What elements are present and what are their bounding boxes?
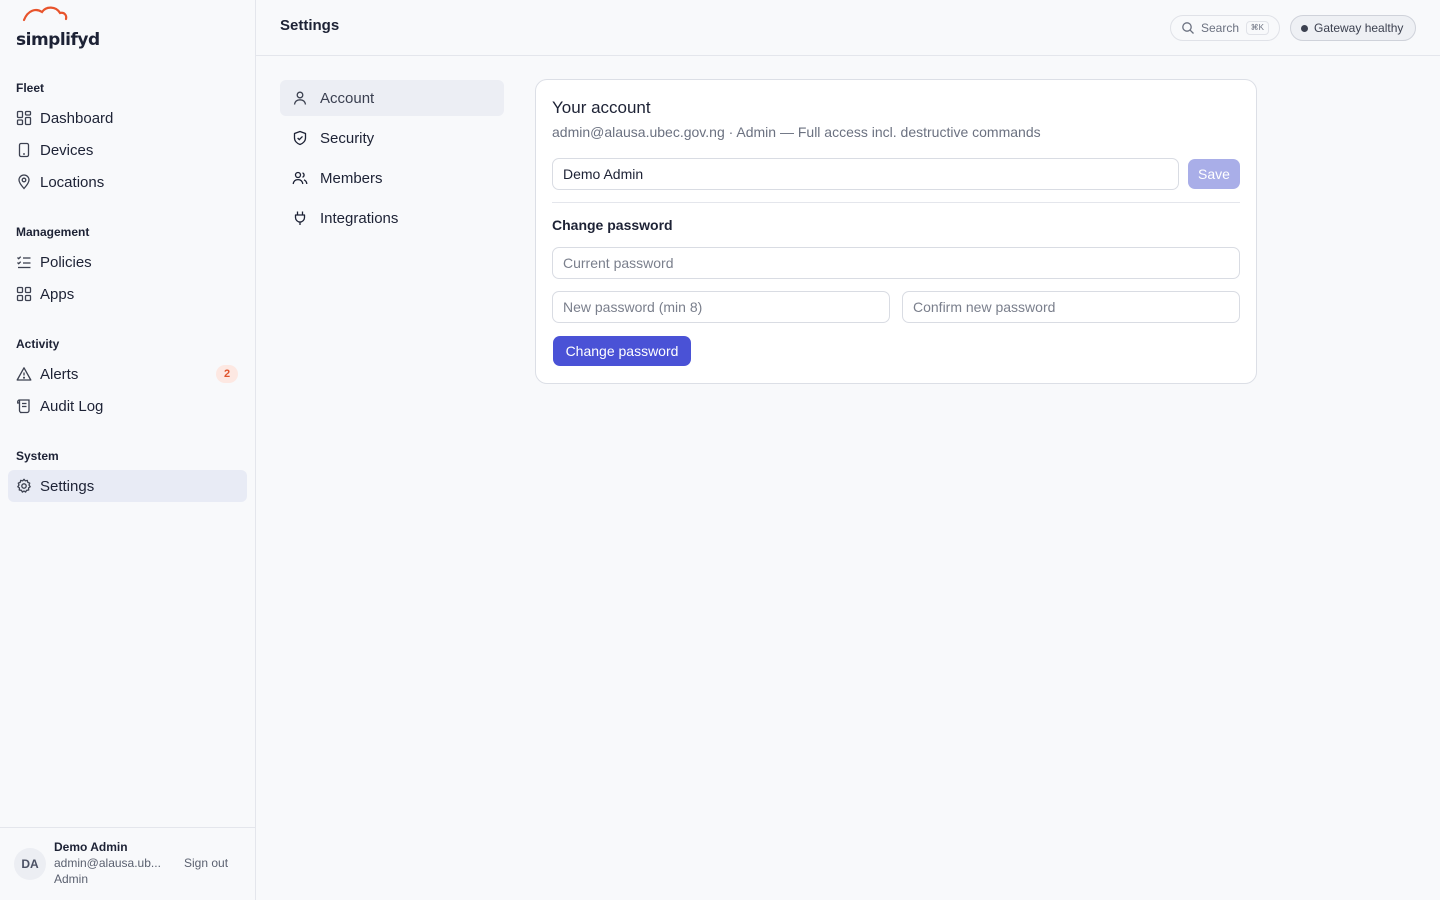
sidebar-item-label: Locations (40, 173, 105, 191)
new-password-field[interactable] (552, 291, 890, 323)
topbar: Settings Search ⌘K Gateway healthy (256, 0, 1440, 56)
settings-tab-label: Members (320, 169, 383, 187)
shield-icon (292, 130, 308, 146)
apps-grid-icon (16, 286, 32, 302)
sidebar-item-locations[interactable]: Locations (8, 166, 247, 198)
search-shortcut: ⌘K (1245, 21, 1269, 35)
sidebar-item-dashboard[interactable]: Dashboard (8, 102, 247, 134)
search-button[interactable]: Search ⌘K (1170, 15, 1280, 41)
dashboard-icon (16, 110, 32, 126)
sidebar-item-settings[interactable]: Settings (8, 470, 247, 502)
user-icon (292, 90, 308, 106)
sidebar-item-label: Alerts (40, 365, 79, 383)
settings-tab-label: Security (320, 129, 375, 147)
change-password-heading: Change password (552, 217, 673, 233)
display-name-input[interactable] (552, 158, 1179, 190)
change-password-button[interactable]: Change password (553, 336, 691, 366)
confirm-password-field[interactable] (902, 291, 1240, 323)
nav-section-title: System (16, 449, 59, 463)
current-password-field[interactable] (552, 247, 1240, 279)
user-email: admin@alausa.ub... (54, 856, 161, 870)
account-card-subtitle: admin@alausa.ubec.gov.ng · Admin — Full … (552, 124, 1041, 140)
sidebar-item-apps[interactable]: Apps (8, 278, 247, 310)
scroll-icon (16, 398, 32, 414)
settings-tab-members[interactable]: Members (280, 160, 504, 196)
sidebar-item-label: Dashboard (40, 109, 114, 127)
nav-section-activity: Activity Alerts 2 Audit Log (8, 334, 247, 422)
sidebar: simplifyd Fleet Dashboard Devices Locati… (0, 0, 256, 900)
users-icon (292, 170, 308, 186)
nav-section-management: Management Policies Apps (8, 222, 247, 310)
nav-section-system: System Settings (8, 446, 247, 502)
status-dot-icon (1301, 24, 1308, 32)
user-name: Demo Admin (54, 840, 128, 854)
sidebar-item-label: Apps (40, 285, 75, 303)
settings-subnav: Account Security Members Integrations (280, 80, 504, 240)
settings-tab-account[interactable]: Account (280, 80, 504, 116)
divider (552, 202, 1240, 203)
location-pin-icon (16, 174, 32, 190)
search-label: Search (1201, 21, 1240, 35)
alert-triangle-icon (16, 366, 32, 382)
device-icon (16, 142, 32, 158)
status-label: Gateway healthy (1314, 21, 1404, 35)
sidebar-item-label: Devices (40, 141, 94, 159)
nav-section-title: Management (16, 225, 90, 239)
sidebar-item-audit-log[interactable]: Audit Log (8, 390, 247, 422)
sidebar-item-label: Settings (40, 477, 95, 495)
sidebar-item-label: Policies (40, 253, 92, 271)
sidebar-item-alerts[interactable]: Alerts 2 (8, 358, 247, 390)
save-button[interactable]: Save (1188, 159, 1240, 189)
settings-tab-security[interactable]: Security (280, 120, 504, 156)
brand-logo[interactable]: simplifyd (16, 6, 100, 50)
settings-tab-label: Account (320, 89, 375, 107)
sidebar-item-label: Audit Log (40, 397, 104, 415)
account-card: Your account admin@alausa.ubec.gov.ng · … (535, 79, 1257, 384)
brand-name: simplifyd (16, 30, 100, 50)
gear-icon (16, 478, 32, 494)
settings-tab-label: Integrations (320, 209, 399, 227)
avatar[interactable]: DA (14, 848, 46, 880)
page-title: Settings (280, 17, 340, 34)
nav-section-title: Fleet (16, 81, 45, 95)
sidebar-item-policies[interactable]: Policies (8, 246, 247, 278)
settings-tab-integrations[interactable]: Integrations (280, 200, 504, 236)
nav-section-fleet: Fleet Dashboard Devices Locations (8, 78, 247, 198)
account-card-title: Your account (552, 98, 651, 117)
nav-section-title: Activity (16, 337, 60, 351)
alerts-count-badge: 2 (216, 365, 238, 383)
gateway-status-badge[interactable]: Gateway healthy (1290, 15, 1416, 41)
sidebar-item-devices[interactable]: Devices (8, 134, 247, 166)
sign-out-button[interactable]: Sign out (184, 856, 228, 870)
brand-cloud-icon (22, 6, 68, 22)
user-role: Admin (54, 872, 89, 886)
user-profile: DA Demo Admin admin@alausa.ub... Admin S… (0, 827, 255, 900)
search-icon (1181, 21, 1195, 35)
checklist-icon (16, 254, 32, 270)
plug-icon (292, 210, 308, 226)
